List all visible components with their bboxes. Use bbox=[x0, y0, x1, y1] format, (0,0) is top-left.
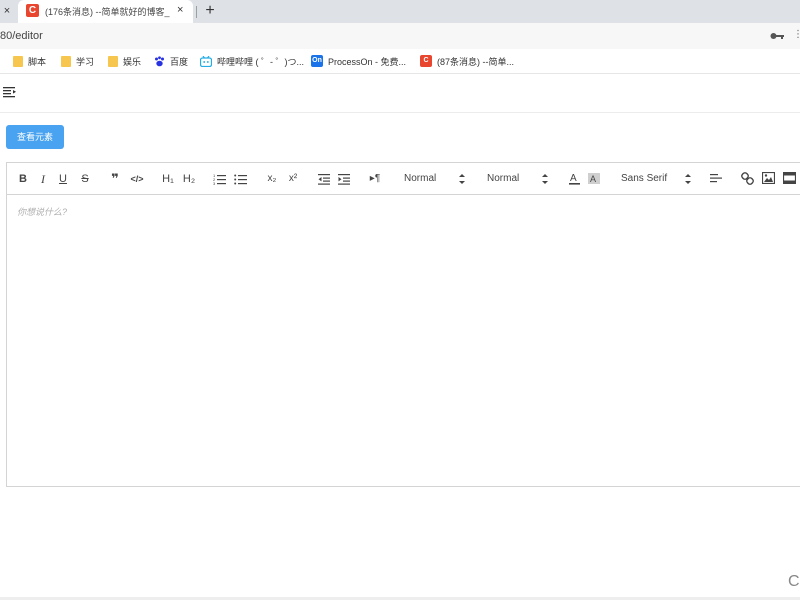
url-field[interactable]: 80/editor bbox=[0, 30, 43, 42]
underline-button[interactable]: U bbox=[57, 171, 69, 187]
bold-button[interactable]: B bbox=[17, 171, 29, 187]
size-picker[interactable]: Normal bbox=[404, 171, 436, 187]
editor-content-area[interactable]: 你想说什么? bbox=[7, 195, 800, 486]
new-tab-button[interactable]: + bbox=[202, 1, 218, 21]
bullet-list-icon[interactable] bbox=[234, 173, 247, 185]
svg-text:3: 3 bbox=[213, 181, 216, 185]
key-icon[interactable] bbox=[770, 31, 784, 41]
text-direction-button[interactable]: ▸¶ bbox=[367, 171, 383, 187]
background-color-icon[interactable]: A bbox=[588, 172, 600, 185]
folder-icon bbox=[108, 55, 118, 67]
size-picker-caret-icon bbox=[459, 174, 465, 184]
bookmark-bilibili[interactable]: 哔哩哔哩 ( ゜- ゜)つ... bbox=[200, 54, 304, 68]
folder-icon bbox=[61, 55, 71, 67]
strike-button[interactable]: S bbox=[79, 171, 91, 187]
bookmark-label: ProcessOn - 免费... bbox=[328, 56, 407, 67]
browser-menu-icon[interactable]: ⋮ bbox=[793, 29, 800, 40]
video-icon[interactable] bbox=[783, 172, 796, 184]
editor-placeholder: 你想说什么? bbox=[17, 207, 68, 217]
code-block-button[interactable]: </> bbox=[129, 171, 145, 187]
align-left-icon[interactable] bbox=[710, 173, 722, 185]
header-picker[interactable]: Normal bbox=[487, 171, 519, 187]
header-picker-caret-icon bbox=[542, 174, 548, 184]
blockquote-button[interactable]: ❞ bbox=[108, 171, 122, 187]
indent-icon[interactable] bbox=[338, 173, 350, 185]
tab-close-icon[interactable]: × bbox=[177, 4, 183, 16]
header-1-button[interactable]: H₁ bbox=[160, 171, 176, 187]
superscript-button[interactable]: x² bbox=[285, 171, 301, 187]
browser-tab-active[interactable]: C (176条消息) --简单就好的博客_ × bbox=[18, 0, 193, 23]
csdn-icon: C bbox=[420, 55, 432, 67]
svg-text:A: A bbox=[590, 174, 596, 184]
font-color-icon[interactable]: A bbox=[569, 172, 580, 185]
folder-icon bbox=[13, 55, 23, 67]
bookmark-folder-entertainment[interactable]: 娱乐 bbox=[108, 54, 141, 68]
browser-tab-bar: × C (176条消息) --简单就好的博客_ × + bbox=[0, 0, 800, 23]
baidu-icon bbox=[155, 55, 164, 66]
bookmark-processon[interactable]: On ProcessOn - 免费... bbox=[311, 54, 406, 68]
tab-divider bbox=[196, 6, 197, 18]
link-icon[interactable] bbox=[741, 172, 754, 185]
menu-fold-icon[interactable] bbox=[3, 86, 16, 98]
header-2-button[interactable]: H₂ bbox=[181, 171, 197, 187]
bookmark-folder-study[interactable]: 学习 bbox=[61, 54, 94, 68]
bookmark-label: 学习 bbox=[76, 56, 95, 67]
bilibili-icon bbox=[200, 55, 212, 67]
font-picker[interactable]: Sans Serif bbox=[621, 171, 667, 187]
subscript-button[interactable]: x₂ bbox=[264, 171, 280, 187]
rich-text-editor: B I U S ❞ </> H₁ H₂ 1 2 3 x₂ x² ▸¶ Norma… bbox=[6, 162, 800, 487]
bookmark-label: 脚本 bbox=[28, 56, 47, 67]
previous-tab-close-icon[interactable]: × bbox=[0, 2, 14, 21]
image-icon[interactable] bbox=[762, 172, 775, 184]
bookmark-folder-scripts[interactable]: 脚本 bbox=[13, 54, 46, 68]
svg-text:A: A bbox=[570, 173, 577, 184]
corner-glyph: C bbox=[788, 573, 800, 590]
bookmarks-bar: 脚本 学习 娱乐 百度 哔哩哔哩 ( ゜- ゜)つ... On ProcessO… bbox=[0, 49, 800, 74]
font-picker-caret-icon bbox=[685, 174, 691, 184]
bookmark-baidu[interactable]: 百度 bbox=[154, 54, 188, 68]
bookmark-label: 百度 bbox=[170, 56, 189, 67]
outdent-icon[interactable] bbox=[318, 173, 330, 185]
bookmark-csdn[interactable]: C (87条消息) --简单... bbox=[420, 54, 514, 68]
page-header bbox=[0, 74, 800, 113]
editor-toolbar: B I U S ❞ </> H₁ H₂ 1 2 3 x₂ x² ▸¶ Norma… bbox=[7, 163, 800, 195]
bookmark-label: 娱乐 bbox=[123, 56, 142, 67]
italic-button[interactable]: I bbox=[37, 171, 49, 187]
view-element-button[interactable]: 查看元素 bbox=[6, 125, 64, 149]
bookmark-label: (87条消息) --简单... bbox=[437, 56, 515, 67]
processon-icon: On bbox=[311, 55, 323, 67]
address-bar: 80/editor ⋮ bbox=[0, 23, 800, 49]
csdn-favicon-icon: C bbox=[26, 4, 39, 17]
bookmark-label: 哔哩哔哩 ( ゜- ゜)つ... bbox=[217, 56, 304, 67]
ordered-list-icon[interactable]: 1 2 3 bbox=[213, 173, 226, 185]
tab-title: (176条消息) --简单就好的博客_ bbox=[45, 7, 170, 17]
